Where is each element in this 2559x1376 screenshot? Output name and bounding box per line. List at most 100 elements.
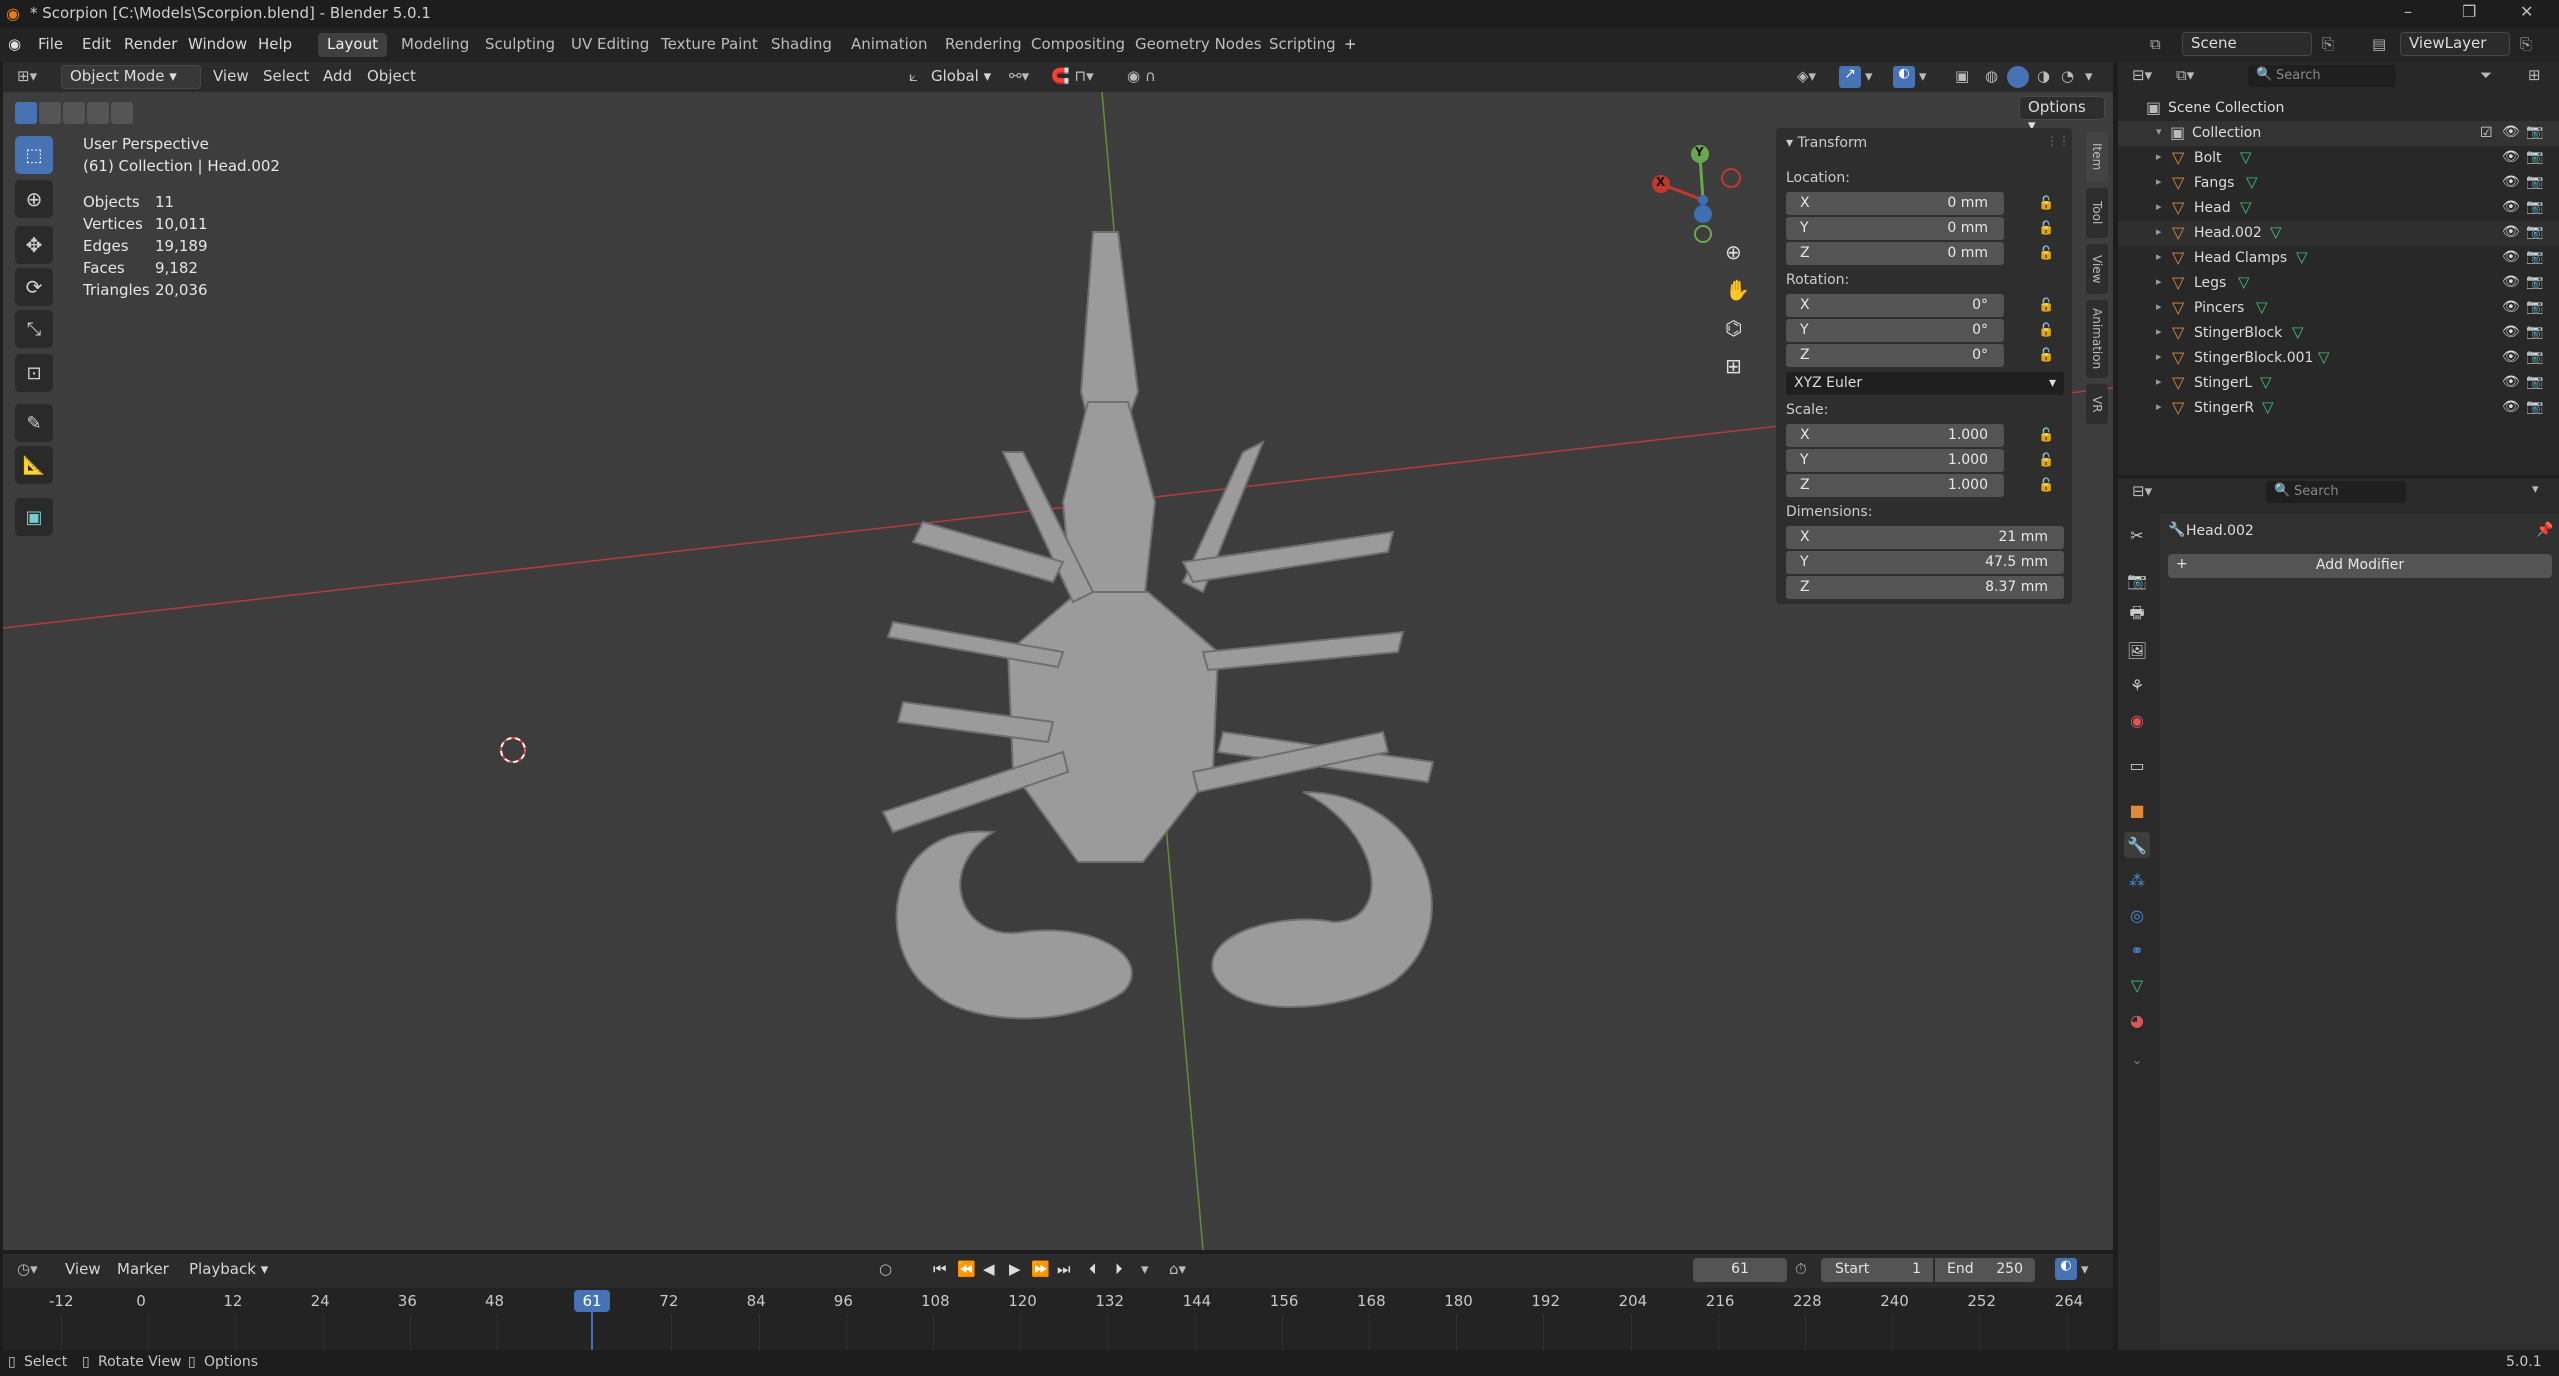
lock-icon[interactable]: 🔓	[2038, 246, 2054, 261]
tab-item[interactable]: Item	[2086, 132, 2108, 182]
timeline-editor-icon[interactable]: ◷▾	[17, 1260, 38, 1278]
location-z-field[interactable]: Z 0 mm	[1786, 242, 2004, 265]
expand-icon[interactable]: ▸	[2156, 150, 2162, 163]
outliner-collection[interactable]: ▾ ▣ Collection ☑ 👁 📷	[2118, 121, 2559, 146]
tool-props-icon[interactable]: ✂	[2124, 522, 2150, 548]
overlay-toggle-icon[interactable]: ◐	[1893, 66, 1915, 88]
orientation-selector[interactable]: Global ▾	[931, 67, 991, 85]
constraints-props-icon[interactable]: ⚭	[2124, 937, 2150, 963]
mesh-data-icon[interactable]: ▽	[2292, 323, 2304, 341]
viewlayer-icon[interactable]: ▤	[2372, 35, 2386, 53]
tab-scripting[interactable]: Scripting	[1260, 33, 1345, 57]
scale-z-field[interactable]: Z 1.000	[1786, 474, 2004, 497]
camera-render-icon[interactable]: 📷	[2526, 274, 2543, 290]
shading-rendered-icon[interactable]: ◔	[2061, 67, 2074, 85]
checkbox-icon[interactable]: ☑	[2480, 125, 2493, 141]
menu-window[interactable]: Window	[188, 35, 247, 53]
new-scene-icon[interactable]: ⎘	[2322, 35, 2334, 53]
select-box-tool-icon[interactable]: ⬚	[15, 136, 53, 174]
menu-edit[interactable]: Edit	[82, 35, 111, 53]
snap-icon[interactable]: 🧲 ⊓▾	[1051, 67, 1094, 85]
rotation-mode-select[interactable]: XYZ Euler ▾	[1786, 372, 2064, 395]
camera-render-icon[interactable]: 📷	[2526, 374, 2543, 390]
jump-end-icon[interactable]: ⏭	[1057, 1260, 1071, 1278]
mesh-data-icon[interactable]: ▽	[2270, 223, 2282, 241]
eye-icon[interactable]: 👁	[2502, 374, 2520, 390]
scale-tool-icon[interactable]: ⤡	[15, 310, 53, 348]
camera-render-icon[interactable]: 📷	[2526, 324, 2543, 340]
play-icon[interactable]: ▶	[1009, 1260, 1021, 1278]
menu-add[interactable]: Add	[323, 67, 352, 85]
outliner-row-legs[interactable]: ▸ ▽ Legs ▽ 👁 📷	[2118, 271, 2559, 296]
eye-icon[interactable]: 👁	[2502, 399, 2520, 415]
timeline-view-menu[interactable]: View	[65, 1260, 101, 1278]
next-frame-icon[interactable]: ⏵	[1115, 1260, 1123, 1278]
mesh-data-icon[interactable]: ▽	[2262, 398, 2274, 416]
rotation-z-field[interactable]: Z 0°	[1786, 344, 2004, 367]
add-modifier-button[interactable]: + Add Modifier	[2168, 554, 2552, 578]
view-layer-props-icon[interactable]: 🖼	[2124, 637, 2150, 663]
mode-selector[interactable]: Object Mode ▾	[61, 65, 201, 89]
minimize-icon[interactable]: –	[2404, 2, 2412, 21]
sync-icon[interactable]: ◐	[2055, 1258, 2077, 1280]
viewlayer-selector[interactable]: ViewLayer	[2400, 32, 2510, 56]
outliner-search-input[interactable]: 🔍 Search	[2248, 65, 2396, 87]
tab-view[interactable]: View	[2086, 244, 2108, 294]
outliner-row-bolt[interactable]: ▸ ▽ Bolt ▽ 👁 📷	[2118, 146, 2559, 171]
menu-help[interactable]: Help	[258, 35, 292, 53]
camera-render-icon[interactable]: 📷	[2526, 174, 2543, 190]
add-cube-tool-icon[interactable]: ▣	[15, 498, 53, 536]
new-viewlayer-icon[interactable]: ⎘	[2520, 35, 2532, 53]
outliner-row-stingerr[interactable]: ▸ ▽ StingerR ▽ 👁 📷	[2118, 396, 2559, 421]
expand-icon[interactable]: ▸	[2156, 275, 2162, 288]
maximize-icon[interactable]: ❐	[2462, 2, 2476, 21]
eye-icon[interactable]: 👁	[2502, 224, 2520, 240]
eye-icon[interactable]: 👁	[2502, 349, 2520, 365]
camera-render-icon[interactable]: 📷	[2526, 399, 2543, 415]
eye-icon[interactable]: 👁	[2502, 149, 2520, 165]
location-y-field[interactable]: Y 0 mm	[1786, 217, 2004, 240]
scene-props-icon[interactable]: ⚘	[2124, 672, 2150, 698]
pin-icon[interactable]: 📌	[2536, 522, 2553, 538]
zoom-icon[interactable]: ⊕	[1725, 240, 1742, 264]
proportional-edit-icon[interactable]: ◉ ∩	[1127, 67, 1156, 85]
mesh-data-icon[interactable]: ▽	[2318, 348, 2330, 366]
dimension-z-field[interactable]: Z 8.37 mm	[1786, 576, 2064, 599]
transform-tool-icon[interactable]: ⊡	[15, 354, 53, 392]
annotate-tool-icon[interactable]: ✎	[15, 404, 53, 442]
eye-icon[interactable]: 👁	[2502, 324, 2520, 340]
lock-icon[interactable]: 🔓	[2038, 221, 2054, 236]
select-intersect-icon[interactable]	[111, 102, 133, 124]
menu-render[interactable]: Render	[124, 35, 177, 53]
menu-file[interactable]: File	[38, 35, 63, 53]
eye-icon[interactable]: 👁	[2502, 249, 2520, 265]
end-frame-field[interactable]: End 250	[1935, 1258, 2035, 1282]
expand-icon[interactable]: ▸	[2156, 300, 2162, 313]
expand-icon[interactable]: ▸	[2156, 375, 2162, 388]
tab-rendering[interactable]: Rendering	[936, 33, 1031, 57]
shading-material-icon[interactable]: ◑	[2037, 67, 2050, 85]
gizmo-toggle-icon[interactable]: ↗	[1839, 66, 1861, 88]
lock-icon[interactable]: 🔓	[2038, 196, 2054, 211]
mesh-data-icon[interactable]: ▽	[2256, 298, 2268, 316]
location-x-field[interactable]: X 0 mm	[1786, 192, 2004, 215]
outliner-row-head-002[interactable]: ▸ ▽ Head.002 ▽ 👁 📷	[2118, 221, 2559, 246]
mesh-data-icon[interactable]: ▽	[2246, 173, 2258, 191]
expand-icon[interactable]: ▸	[2156, 200, 2162, 213]
tab-animation[interactable]: Animation	[2086, 300, 2108, 378]
eye-icon[interactable]: 👁	[2502, 174, 2520, 190]
menu-view[interactable]: View	[213, 67, 249, 85]
prev-frame-icon[interactable]: ⏴	[1089, 1260, 1097, 1278]
expand-icon[interactable]: ▸	[2156, 350, 2162, 363]
outliner-row-stingerl[interactable]: ▸ ▽ StingerL ▽ 👁 📷	[2118, 371, 2559, 396]
sync-dropdown-icon[interactable]: ▾	[2081, 1260, 2089, 1278]
expand-icon[interactable]: ▸	[2156, 325, 2162, 338]
timeline-marker-menu[interactable]: Marker	[117, 1260, 169, 1278]
outliner-row-pincers[interactable]: ▸ ▽ Pincers ▽ 👁 📷	[2118, 296, 2559, 321]
expand-icon[interactable]: ▸	[2156, 225, 2162, 238]
lock-icon[interactable]: 🔓	[2038, 428, 2054, 443]
gizmo-dropdown-icon[interactable]: ▾	[1865, 67, 1873, 85]
new-collection-icon[interactable]: ⊞	[2528, 66, 2541, 84]
camera-render-icon[interactable]: 📷	[2526, 299, 2543, 315]
render-props-icon[interactable]: 📷	[2124, 567, 2150, 593]
